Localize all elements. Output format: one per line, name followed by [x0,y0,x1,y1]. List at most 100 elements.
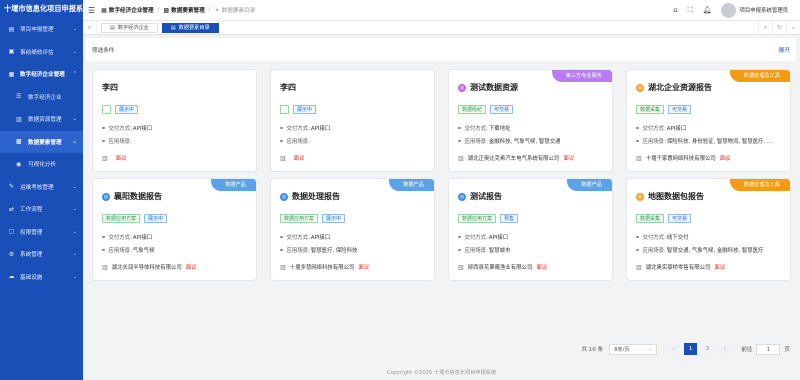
tabs-scroll-left-icon[interactable]: « [83,20,97,35]
tag-badge: 数据应用方案 [458,214,497,223]
data-element-card[interactable]: 第三方专业服务 ◎ 测试数据资源 数据经纪 可交易 交付方式: 下载地址 应用场景: 金融科技,… [448,69,613,172]
company-row: ▥ 十堰千家惠网络科技有限公司 面议 [636,154,731,163]
card-tags: 数据应用方案 展示中 [280,214,349,223]
building-icon: ▦ [8,70,15,78]
data-element-card[interactable]: 数据产品 ◎ 数据处理报告 数据应用方案 展示中 交付方式: API接口 应用场景: 智慧医疗,… [270,178,435,281]
sidebar-item-system[interactable]: ⚙ 系统管理 ⌄ [0,243,83,266]
sidebar-item-label: 可视化分析 [28,162,56,169]
chevron-down-icon: ⌄ [72,251,77,258]
company-name: 湖北正奥比克希汽车电气系统有限公司 [467,156,560,162]
menu-toggle-icon[interactable]: ☰ [88,6,95,15]
tab-label: 数字经济企业 [117,24,149,31]
sidebar-subitem-visual-analysis[interactable]: ◉ 可视化分析 [0,153,83,176]
delivery-value: API接口 [310,235,331,241]
resource-icon: ◎ [458,83,466,92]
page-button-2[interactable]: 2 [701,343,715,355]
card-title[interactable]: 湖北企业资源报告 [648,82,712,93]
card-title[interactable]: 测试数据资源 [470,82,518,93]
prev-page-button[interactable]: ‹ [667,343,681,355]
data-element-card[interactable]: 数据处理及工具 ◎ 湖北企业资源报告 数据采集 可交易 交付方式: API接口 应用场景: 保险… [626,69,791,172]
delivery-value: API接口 [488,235,509,241]
sidebar-item-workflow[interactable]: ⇄ 工作流程 ⌄ [0,198,83,221]
next-page-button[interactable]: › [718,343,732,355]
tag-badge: 展示中 [293,105,317,114]
delivery-method: 交付方式: API接口 [102,233,254,241]
sidebar-subitem-digital-enterprise[interactable]: ☰ 数字经济企业 [0,86,83,109]
breadcrumb-item[interactable]: 数据要素管理 [171,6,205,14]
scene-value: 智慧医疗, 保险科技 [310,248,358,254]
bullet-icon [636,248,639,252]
home-icon[interactable]: ⌂ [673,6,677,14]
sidebar-item-permissions[interactable]: ▢ 权限管理 ⌄ [0,221,83,244]
sidebar-subitem-data-elements[interactable]: ▩ 数据要素管理 ⌄ [0,130,83,153]
data-element-card[interactable]: 数据产品 ◎ 襄阳数据报告 数据应用方案 展示中 交付方式: API接口 应用场景: 气象气候 ▥… [92,178,257,281]
card-title-row: 李四 [280,82,296,93]
price-negotiable: 面议 [563,156,575,162]
breadcrumb-item[interactable]: 数字经济企业管理 [109,6,154,14]
sidebar-item-label: 基础设施 [20,274,43,281]
card-title[interactable]: 测试报告 [470,191,502,202]
bullet-icon [102,248,105,252]
pin-icon: ✦ [214,6,220,14]
application-scene: 应用场景: 保险科技, 身份验证, 智慧物流, 智慧医疗, … [636,137,788,145]
tag-badge: 数据采集 [636,105,665,114]
scene-value: 金融科技, 气象气候, 智慧交通 [488,139,561,145]
scene-value: 气象气候 [132,248,155,254]
app-title: 十堰市信息化项目申报系统 [4,4,83,13]
tag-badge: 数据采集 [636,214,665,223]
card-title[interactable]: 地图数据包报告 [648,191,704,202]
expand-filter-button[interactable]: 展开 [779,46,790,54]
scene-label: 应用场景: [286,139,310,145]
goto-page-input[interactable]: 1 [756,343,781,355]
pagination: 共 10 条 8条/页 ⌄ ‹ 1 2 › 前往 1 页 [581,343,790,355]
chevron-down-icon[interactable]: ⌄ [786,20,800,35]
data-element-card[interactable]: 李四 展示中 交付方式: API接口 应用场景: ▥ 面议 [270,69,435,172]
eye-icon: ◉ [16,160,22,168]
page-button-1[interactable]: 1 [684,343,698,355]
data-element-card[interactable]: 数据产品 ◎ 测试报告 数据应用方案 预售 交付方式: API接口 应用场景: 智慧城市 ▥ 郧西县… [448,178,613,281]
tag-badge: 展示中 [322,214,346,223]
category-ribbon: 第三方专业服务 [551,70,612,82]
avatar[interactable] [721,2,737,18]
sidebar-item-project-declaration[interactable]: ▤ 项目申报管理 ⌄ [0,18,83,41]
flow-icon: ⇄ [8,205,15,213]
card-title[interactable]: 李四 [280,82,296,93]
price-negotiable: 面议 [185,265,197,271]
breadcrumb: ▦ 数字经济企业管理 / ▩ 数据要素管理 / ✦ 数据要素目录 [101,6,255,15]
application-scene: 应用场景: [280,137,432,145]
building-icon: ▥ [280,154,286,162]
refresh-icon[interactable]: ↻ [772,20,786,35]
sidebar-item-ops-assessment[interactable]: ✎ 运维考核管理 ⌄ [0,176,83,199]
sidebar-item-infrastructure[interactable]: ☁ 基础设施 ⌄ [0,266,83,289]
application-scene: 应用场景: 金融科技, 气象气候, 智慧交通 [458,137,610,145]
resource-icon: ◎ [102,192,110,201]
company-name: 湖北长润半导体科技有限公司 [111,265,182,271]
tag-badge: 展示中 [144,214,168,223]
document-icon: ▤ [110,24,115,31]
document-icon: ▤ [8,25,15,33]
data-element-card[interactable]: 李四 展示中 交付方式: API接口 应用场景: ▥ 面议 [92,69,257,172]
bell-icon[interactable]: 🔔︎ [703,6,712,14]
data-element-card[interactable]: 数据处理及工具 ◎ 地图数据包报告 数据采集 可交易 交付方式: 线下交付 应用场景: 智慧交通… [626,178,791,281]
resource-icon: ◎ [636,83,644,92]
application-scene: 应用场景: [102,137,254,145]
tab-data-catalog[interactable]: ▤ 数据要素目录 [161,22,219,33]
card-title[interactable]: 李四 [102,82,118,93]
sidebar-subitem-data-resources[interactable]: ▥ 数据资源管理 ⌄ [0,108,83,131]
sidebar-item-digital-economy[interactable]: ▦ 数字经济企业管理 ⌃ [0,63,83,86]
page-size-select[interactable]: 8条/页 ⌄ [609,343,658,355]
delivery-label: 交付方式: [108,235,132,241]
tag-badge: 预售 [500,214,519,223]
sidebar-item-performance-evaluation[interactable]: ▣ 事前绩效评估 ⌄ [0,41,83,64]
card-tags: 展示中 [102,105,142,114]
footer-copyright: Copyright ©2025 十堰市信息化项目申报系统 [83,367,800,380]
sidebar-item-label: 数据要素管理 [28,139,62,146]
fullscreen-icon[interactable]: ⛶ [688,6,693,15]
card-title-row: ◎ 数据处理报告 [280,191,340,202]
tab-digital-enterprise[interactable]: ▤ 数字经济企业 [101,22,158,33]
tabs-scroll-right-icon[interactable]: » [758,20,772,35]
user-name[interactable]: 项目申报系统管理员 [739,6,788,14]
tag-badge: 数据应用方案 [102,214,141,223]
card-title[interactable]: 襄阳数据报告 [114,191,162,202]
card-title[interactable]: 数据处理报告 [292,191,340,202]
